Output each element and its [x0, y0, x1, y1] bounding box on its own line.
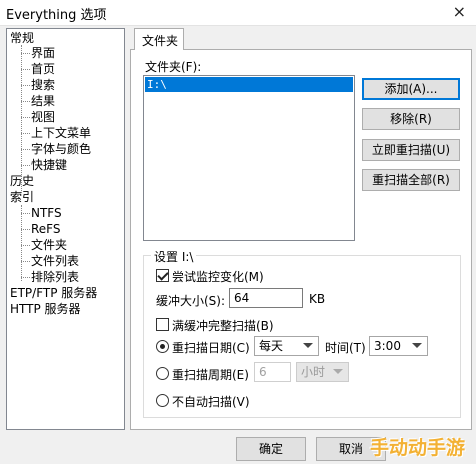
tree-connector: [21, 149, 30, 150]
chevron-down-icon: [412, 343, 422, 348]
folders-list[interactable]: I:\: [143, 75, 355, 241]
tree-item-http-server[interactable]: HTTP 服务器: [10, 302, 81, 317]
tree-item-general[interactable]: 常规: [10, 31, 34, 46]
tree-connector: [21, 205, 22, 281]
window-title: Everything 选项: [6, 8, 107, 23]
tree-item-interface[interactable]: 界面: [31, 46, 55, 61]
period-unit-select[interactable]: 小时: [296, 362, 349, 382]
buffer-size-input[interactable]: 64: [229, 288, 303, 308]
tree-connector: [21, 53, 30, 54]
tree-connector: [21, 117, 30, 118]
tree-item-results[interactable]: 结果: [31, 94, 55, 109]
options-tree[interactable]: 常规 界面 首页 搜索 结果 视图 上下文菜单 字体与颜色 快捷键 历史 索引 …: [6, 28, 125, 430]
title-bar: Everything 选项 ×: [0, 0, 476, 26]
rescan-period-label[interactable]: 重扫描周期(E): [172, 366, 249, 383]
tree-item-file-lists[interactable]: 文件列表: [31, 254, 79, 269]
tree-connector: [21, 213, 30, 214]
tree-item-refs[interactable]: ReFS: [31, 222, 61, 237]
tree-connector: [21, 229, 30, 230]
tree-item-folders[interactable]: 文件夹: [31, 238, 67, 253]
settings-group-title: 设置 I:\: [151, 248, 197, 265]
folder-list-item[interactable]: I:\: [145, 77, 353, 92]
period-unit-value: 小时: [301, 365, 326, 379]
time-value: 3:00: [374, 339, 401, 353]
tree-item-search[interactable]: 搜索: [31, 78, 55, 93]
no-auto-scan-radio[interactable]: [156, 394, 169, 407]
tree-connector: [21, 101, 30, 102]
folders-label: 文件夹(F):: [145, 60, 202, 74]
full-rescan-checkbox[interactable]: [156, 318, 169, 331]
close-icon[interactable]: ×: [453, 2, 466, 21]
rescan-day-value: 每天: [259, 339, 284, 353]
tab-label: 文件夹: [142, 34, 179, 48]
rescan-all-button[interactable]: 重扫描全部(R): [362, 169, 460, 191]
rescan-now-button[interactable]: 立即重扫描(U): [362, 139, 460, 161]
rescan-period-radio[interactable]: [156, 367, 169, 380]
monitor-changes-label[interactable]: 尝试监控变化(M): [172, 268, 264, 285]
watermark-text: 手动动手游: [370, 437, 466, 459]
full-rescan-label[interactable]: 满缓冲完整扫描(B): [172, 317, 274, 334]
tab-folders[interactable]: 文件夹: [134, 28, 184, 50]
tree-item-context-menu[interactable]: 上下文菜单: [31, 126, 91, 141]
tree-item-view[interactable]: 视图: [31, 110, 55, 125]
tree-item-shortcuts[interactable]: 快捷键: [31, 158, 67, 173]
remove-button[interactable]: 移除(R): [362, 108, 460, 130]
tree-item-home[interactable]: 首页: [31, 62, 55, 77]
tree-item-history[interactable]: 历史: [10, 174, 34, 189]
tree-item-ntfs[interactable]: NTFS: [31, 206, 62, 221]
no-auto-scan-label[interactable]: 不自动扫描(V): [172, 393, 250, 410]
tree-connector: [21, 277, 30, 278]
buffer-unit-label: KB: [309, 292, 326, 306]
tree-connector: [21, 85, 30, 86]
time-select[interactable]: 3:00: [369, 336, 428, 356]
time-label: 时间(T): [325, 341, 366, 355]
tree-item-ftp-server[interactable]: ETP/FTP 服务器: [10, 286, 97, 301]
tree-item-exclude-list[interactable]: 排除列表: [31, 270, 79, 285]
tree-connector: [21, 245, 30, 246]
tree-connector: [21, 261, 30, 262]
buffer-size-label: 缓冲大小(S):: [156, 294, 226, 308]
rescan-date-radio[interactable]: [156, 340, 169, 353]
ok-button[interactable]: 确定: [236, 437, 306, 461]
site-watermark: 手动动手游: [362, 430, 476, 464]
chevron-down-icon: [303, 343, 313, 348]
add-button[interactable]: 添加(A)...: [362, 78, 460, 100]
chevron-down-icon: [333, 369, 343, 374]
period-input[interactable]: 6: [254, 362, 291, 382]
monitor-changes-checkbox[interactable]: [156, 269, 169, 282]
tree-connector: [21, 133, 30, 134]
tree-connector: [21, 69, 30, 70]
tree-connector: [21, 45, 22, 193]
tree-item-index[interactable]: 索引: [10, 190, 34, 205]
rescan-date-label[interactable]: 重扫描日期(C): [172, 339, 250, 356]
tree-connector: [21, 165, 30, 166]
tree-item-fonts-colors[interactable]: 字体与颜色: [31, 142, 91, 157]
rescan-day-select[interactable]: 每天: [254, 336, 319, 356]
